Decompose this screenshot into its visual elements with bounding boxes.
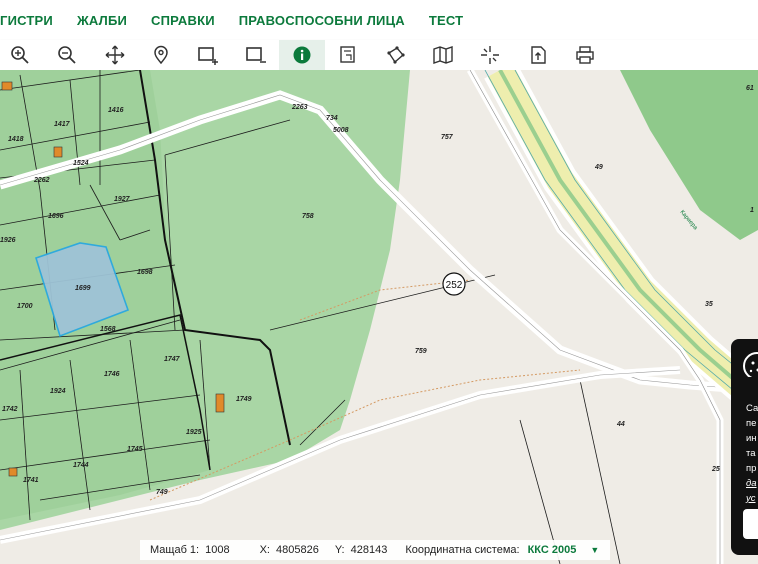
add-area-button[interactable] [185,40,231,70]
zoom-in-icon [11,46,29,64]
parcel-label: 1700 [17,303,33,310]
export-button[interactable] [515,40,561,70]
cookie-notice-text: Са пе ин та пр да ус [746,401,758,506]
parcel-label: 49 [594,164,603,171]
cookie-text-line: Са [746,403,758,414]
polygon-measure-icon [387,46,405,64]
cookie-text-line: пр [746,463,757,474]
cookie-text-line: ин [746,433,757,444]
parcel-label: 25 [711,466,720,473]
cookie-notice-panel: Са пе ин та пр да ус [731,339,758,555]
parcel-label: 1926 [0,237,16,244]
parcel-label: 1924 [50,388,66,395]
parcel-label: 1416 [108,107,124,114]
cookie-link[interactable]: да [746,476,758,491]
print-button[interactable] [562,40,608,70]
top-navigation: ГИСТРИ ЖАЛБИ СПРАВКИ ПРАВОСПОСОБНИ ЛИЦА … [0,0,758,40]
nav-item-spravki[interactable]: СПРАВКИ [151,13,215,28]
parcel-label: 1696 [48,213,64,220]
info-icon [293,46,311,64]
parcel-label: 61 [746,85,754,92]
building [1,81,13,91]
pan-button[interactable] [92,40,138,70]
y-value: 428143 [350,544,388,556]
nav-item-test[interactable]: ТЕСТ [429,13,463,28]
parcel-label: 1742 [2,406,18,413]
map-icon [433,46,453,64]
parcel-label: 757 [441,134,454,141]
x-label: X: [259,544,270,556]
scale-value[interactable]: 1008 [205,544,229,556]
map-canvas[interactable]: 252 Кариера 1416 1417 1418 1524 2262 169… [0,70,758,564]
map-toolbar [0,40,758,70]
crosshair-icon [481,46,499,64]
print-icon [576,46,594,64]
map-status-bar: Мащаб 1: 1008 X: 4805826 Y: 428143 Коорд… [140,540,610,560]
parcel-label: 759 [415,348,427,355]
zoom-out-button[interactable] [44,40,90,70]
road-number: 252 [446,280,463,291]
locate-button[interactable] [138,40,184,70]
parcel-label: 5008 [333,127,349,134]
info-button[interactable] [279,40,325,70]
parcel-label: 1927 [114,196,131,203]
parcel-label: 1741 [23,477,39,484]
export-icon [531,46,546,64]
parcel-label: 749 [156,489,168,496]
nav-item-zhalbi[interactable]: ЖАЛБИ [77,13,127,28]
cookie-text-line: та [746,448,756,459]
zoom-in-button[interactable] [0,40,43,70]
parcel-label: 1568 [100,326,116,333]
cookie-icon [743,352,758,377]
parcel-label: 1745 [127,446,143,453]
chevron-down-icon[interactable]: ▼ [590,545,599,555]
cookie-text-line: пе [746,418,757,429]
coordinates-button[interactable] [467,40,513,70]
parcel-label: 1699 [75,285,91,292]
parcel-label: 734 [326,115,338,122]
location-pin-icon [154,45,168,65]
crs-select[interactable]: ККС 2005 [528,544,577,556]
crs-label: Координатна система: [405,544,520,556]
building [8,467,18,477]
parcel-label: 1698 [137,269,153,276]
pan-icon [105,45,125,65]
map-layers-button[interactable] [420,40,466,70]
cookie-link[interactable]: ус [746,491,758,506]
nav-item-pravosposobni-lica[interactable]: ПРАВОСПОСОБНИ ЛИЦА [239,13,405,28]
parcel-label: 1747 [164,356,181,363]
building [215,393,225,413]
parcel-label: 1749 [236,396,252,403]
building [53,146,63,158]
parcel-label: 1 [750,207,754,214]
measure-button[interactable] [373,40,419,70]
parcel-label: 1925 [186,429,202,436]
parcel-label: 2263 [291,104,308,111]
remove-area-button[interactable] [233,40,279,70]
parcel-label: 44 [616,421,625,428]
scale-label: Мащаб 1: [150,544,200,556]
parcel-label: 1746 [104,371,120,378]
cadastral-map[interactable]: 252 Кариера 1416 1417 1418 1524 2262 169… [0,70,758,564]
cookie-accept-button[interactable] [743,509,758,539]
parcel-label: 2262 [33,177,50,184]
x-value: 4805826 [276,544,319,556]
remove-rect-icon [246,47,266,63]
parcel-label: 1524 [73,160,89,167]
parcel-label: 758 [302,213,314,220]
add-rect-icon [198,47,218,65]
parcel-label: 1418 [8,136,24,143]
document-layers-icon [340,46,355,63]
nav-item-registri[interactable]: ГИСТРИ [0,13,53,28]
parcel-label: 1417 [54,121,71,128]
parcel-label: 35 [705,301,713,308]
parcel-label: 1744 [73,462,89,469]
y-label: Y: [334,544,345,556]
zoom-out-icon [58,46,76,64]
documents-button[interactable] [325,40,371,70]
